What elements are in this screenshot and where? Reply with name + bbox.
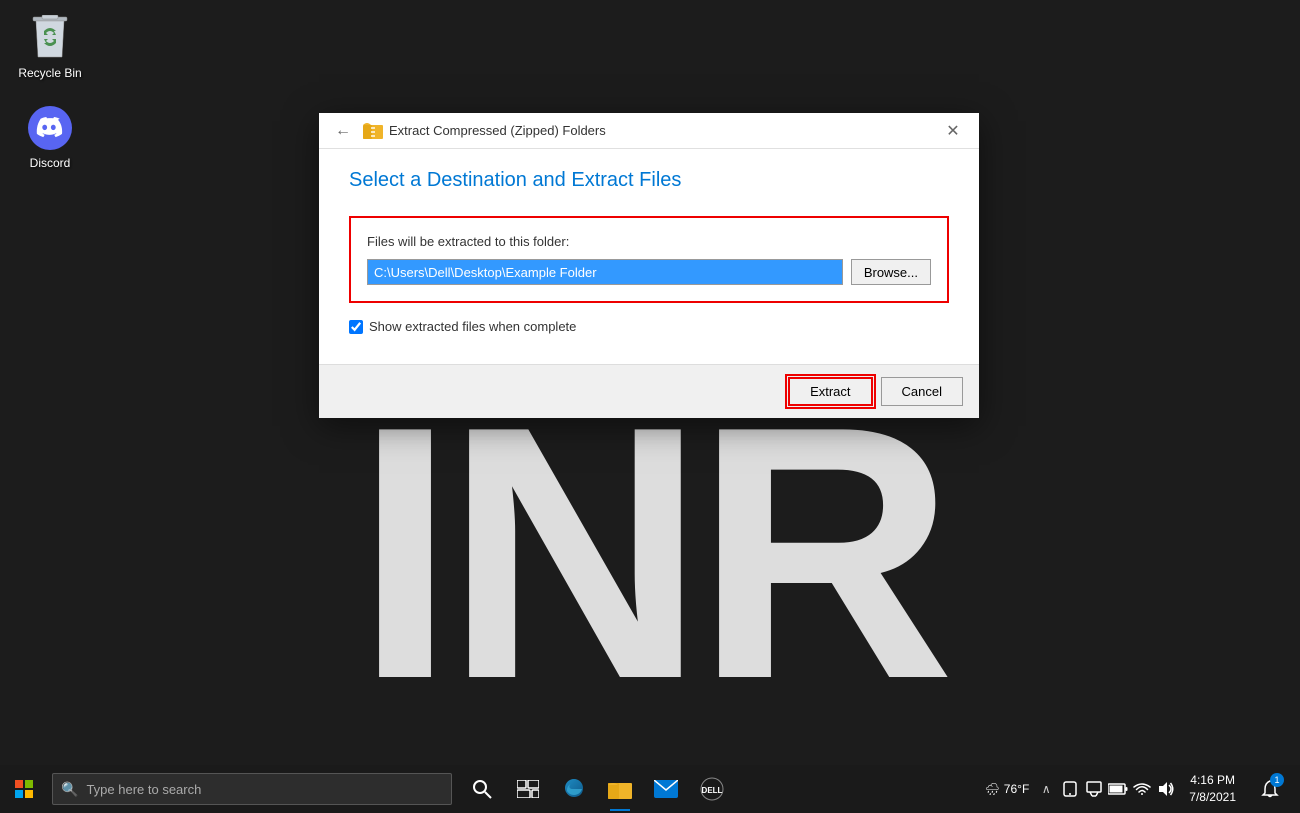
volume-icon[interactable]	[1155, 765, 1177, 813]
taskbar-task-view[interactable]	[506, 765, 550, 813]
discord-icon[interactable]: Discord	[10, 100, 90, 176]
dialog-close-button[interactable]: ✕	[939, 117, 967, 145]
extract-dialog: ← Extract Compressed (Zipped) Folders ✕ …	[319, 113, 979, 418]
destination-input[interactable]	[367, 259, 843, 285]
taskbar-mail[interactable]	[644, 765, 688, 813]
weather-icon: 🌧	[985, 782, 1000, 796]
taskbar-file-explorer[interactable]	[598, 765, 642, 813]
recycle-bin-label: Recycle Bin	[18, 66, 81, 82]
snip-icon[interactable]	[1083, 765, 1105, 813]
battery-icon[interactable]	[1107, 765, 1129, 813]
dialog-body: Select a Destination and Extract Files F…	[319, 149, 979, 364]
clock-date: 7/8/2021	[1189, 789, 1236, 806]
system-tray: ∧	[1035, 765, 1177, 813]
svg-text:DELL: DELL	[702, 786, 723, 795]
weather-widget[interactable]: 🌧 76°F	[985, 782, 1030, 796]
destination-section: Files will be extracted to this folder: …	[349, 216, 949, 303]
desktop-background-text: INR	[0, 373, 1300, 733]
discord-label: Discord	[30, 156, 71, 172]
notification-center[interactable]: 1	[1248, 765, 1292, 813]
extract-button[interactable]: Extract	[788, 377, 872, 406]
dialog-title-text: Extract Compressed (Zipped) Folders	[389, 123, 939, 138]
zip-folder-icon	[363, 121, 383, 141]
taskbar-search-icon: 🔍	[61, 781, 78, 798]
checkbox-row: Show extracted files when complete	[349, 319, 949, 334]
taskbar-search-bar[interactable]: 🔍 Type here to search	[52, 773, 452, 805]
tablet-mode-icon[interactable]	[1059, 765, 1081, 813]
taskbar-search-placeholder: Type here to search	[86, 782, 201, 797]
taskbar-apps: DELL	[460, 765, 734, 813]
taskbar-dell[interactable]: DELL	[690, 765, 734, 813]
recycle-bin-image	[26, 14, 74, 62]
dialog-back-button[interactable]: ←	[331, 122, 355, 140]
taskbar-edge[interactable]	[552, 765, 596, 813]
weather-temp: 76°F	[1004, 782, 1029, 796]
taskbar-clock[interactable]: 4:16 PM 7/8/2021	[1183, 772, 1242, 806]
browse-button[interactable]: Browse...	[851, 259, 931, 285]
notification-badge: 1	[1270, 773, 1284, 787]
taskbar-search-app[interactable]	[460, 765, 504, 813]
destination-label: Files will be extracted to this folder:	[367, 234, 931, 249]
destination-input-row: Browse...	[367, 259, 931, 285]
recycle-bin-icon[interactable]: Recycle Bin	[10, 10, 90, 86]
dialog-heading: Select a Destination and Extract Files	[349, 169, 949, 192]
cancel-button[interactable]: Cancel	[881, 377, 963, 406]
show-files-checkbox-label: Show extracted files when complete	[369, 319, 576, 334]
show-hidden-icons[interactable]: ∧	[1035, 765, 1057, 813]
clock-time: 4:16 PM	[1190, 772, 1235, 789]
desktop: INR Recycle Bin Discord	[0, 0, 1300, 813]
show-files-checkbox[interactable]	[349, 320, 363, 334]
taskbar-right: 🌧 76°F ∧	[985, 765, 1300, 813]
taskbar: 🔍 Type here to search	[0, 765, 1300, 813]
dialog-titlebar: ← Extract Compressed (Zipped) Folders ✕	[319, 113, 979, 149]
dialog-footer: Extract Cancel	[319, 364, 979, 418]
discord-image	[26, 104, 74, 152]
wifi-icon[interactable]	[1131, 765, 1153, 813]
start-button[interactable]	[0, 765, 48, 813]
